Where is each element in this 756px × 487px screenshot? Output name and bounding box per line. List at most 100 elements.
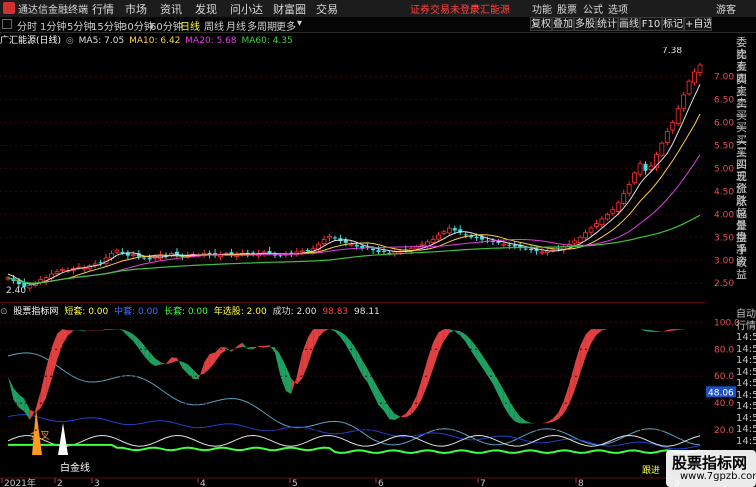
huaxian-button[interactable]: 画线 — [618, 17, 640, 31]
grid-icon[interactable] — [2, 19, 12, 29]
period-5min[interactable]: 5分钟 — [67, 18, 93, 33]
candle-body — [637, 163, 643, 175]
tongji-button[interactable]: 统计 — [596, 17, 618, 31]
year-select-value: 年选股: 2.00 — [213, 307, 267, 317]
candle-body — [348, 243, 354, 246]
ribbon-segment — [176, 357, 183, 369]
candle-body — [545, 250, 550, 253]
chevron-down-icon[interactable]: ▾ — [297, 18, 302, 29]
menu-gupiao[interactable]: 股票 — [557, 1, 577, 16]
ribbon-segment — [454, 330, 461, 336]
ribbon-segment — [302, 337, 308, 379]
candle-body — [371, 248, 376, 251]
ribbon-segment — [640, 329, 646, 332]
add-watchlist-button[interactable]: +自选 — [684, 17, 712, 31]
candle-body — [54, 271, 60, 274]
menu-wenxiaoda[interactable]: 问小达 — [230, 1, 263, 17]
price-tick-label: 5.00 — [714, 164, 734, 174]
period-60min[interactable]: 60分钟 — [150, 18, 183, 33]
ribbon-segment — [672, 329, 679, 331]
ribbon-segment — [433, 332, 439, 369]
ribbon-segment — [362, 359, 368, 383]
date-tick-label: 6 — [378, 479, 384, 487]
ribbon-segment — [547, 418, 553, 423]
orderbook-label: 收益 — [736, 255, 747, 281]
ribbon-segment — [476, 346, 483, 368]
indicator-settings-icon[interactable]: ⊙ — [0, 307, 8, 317]
kline-chart[interactable]: 7.38 2.40 金叉 白金线 跟进 2021年23456789 — [0, 47, 706, 487]
ribbon-segment — [171, 357, 177, 363]
ribbon-segment — [645, 329, 651, 332]
ribbon-segment — [525, 420, 532, 424]
ribbon-segment — [580, 334, 586, 374]
ribbon-segment — [8, 376, 14, 400]
candle-body — [376, 250, 381, 252]
price-tick-label: 7.00 — [714, 73, 734, 83]
price-tick-label: 4.50 — [714, 187, 734, 197]
ribbon-segment — [318, 329, 325, 338]
ribbon-segment — [329, 329, 335, 332]
period-30min[interactable]: 30分钟 — [121, 18, 154, 33]
menu-faxian[interactable]: 发现 — [195, 1, 217, 17]
ribbon-segment — [160, 362, 167, 365]
ribbon-segment — [400, 413, 406, 418]
long-term-value: 长套: 0.00 — [163, 307, 208, 317]
candle-body — [436, 234, 441, 240]
period-daily[interactable]: 日线 — [180, 18, 200, 33]
menu-hangqing[interactable]: 行情 — [92, 1, 114, 17]
candle-body — [299, 250, 305, 253]
ma20-label: MA20: 5.68 — [185, 36, 237, 46]
ribbon-segment — [280, 354, 286, 391]
ribbon-segment — [656, 330, 662, 332]
period-1min[interactable]: 1分钟 — [40, 18, 66, 33]
menu-jiaoyi[interactable]: 交易 — [316, 1, 338, 17]
menu-gongneng[interactable]: 功能 — [532, 1, 552, 16]
f10-button[interactable]: F10 — [640, 17, 662, 31]
bai-gold-spike — [58, 423, 68, 455]
ribbon-segment — [133, 334, 139, 349]
period-multi[interactable]: 多周期 — [247, 18, 277, 33]
tick-time-label: 14:50 — [736, 378, 756, 389]
diejia-button[interactable]: 叠加 — [552, 17, 574, 31]
fuquan-button[interactable]: 复权 — [530, 17, 552, 31]
menu-youke[interactable]: 游客 — [716, 1, 736, 16]
period-15min[interactable]: 15分钟 — [91, 18, 124, 33]
candle-body — [615, 202, 621, 212]
ribbon-segment — [394, 413, 401, 421]
candle-body — [381, 250, 386, 252]
watermark-title: 股票指标网 — [672, 454, 748, 472]
ribbon-segment — [596, 329, 602, 335]
menu-xuanxiang[interactable]: 选项 — [608, 1, 628, 16]
ribbon-segment — [661, 329, 668, 332]
current-value-text: 48.06 — [708, 388, 734, 398]
date-tick-label: 8 — [578, 479, 584, 487]
biaoji-button[interactable]: 标记 — [662, 17, 684, 31]
date-axis: 2021年23456789 — [0, 477, 706, 487]
period-monthly[interactable]: 月线 — [226, 18, 246, 33]
menu-shichang[interactable]: 市场 — [125, 1, 147, 17]
menu-gongshi[interactable]: 公式 — [583, 1, 603, 16]
ribbon-segment — [492, 371, 499, 396]
max-price-label: 7.38 — [662, 47, 682, 56]
price-tick-label: 2.50 — [714, 279, 734, 289]
tick-time-label: 14:50 — [736, 401, 756, 412]
ribbon-segment — [291, 376, 297, 394]
candle-body — [697, 64, 703, 73]
menu-caifuquan[interactable]: 财富圈 — [273, 1, 306, 17]
period-weekly[interactable]: 周线 — [204, 18, 224, 33]
ribbon-segment — [13, 388, 19, 408]
ribbon-segment — [127, 331, 134, 342]
tick-time-label: 14:50 — [736, 412, 756, 424]
tick-time-label: 14:50 — [736, 332, 756, 343]
duogu-button[interactable]: 多股 — [574, 17, 596, 31]
ribbon-segment — [106, 329, 112, 330]
ribbon-segment — [514, 409, 521, 424]
period-more[interactable]: 更多 — [276, 18, 296, 33]
indicator-tick-label: 60.0 — [714, 372, 734, 382]
ribbon-segment — [116, 329, 123, 331]
ribbon-segment — [57, 329, 63, 361]
period-fenshi[interactable]: 分时 — [17, 18, 37, 33]
menu-zixun[interactable]: 资讯 — [160, 1, 182, 17]
stock-tab[interactable]: 广汇能源 — [470, 1, 510, 16]
settings-icon[interactable]: ◎ — [66, 36, 74, 46]
